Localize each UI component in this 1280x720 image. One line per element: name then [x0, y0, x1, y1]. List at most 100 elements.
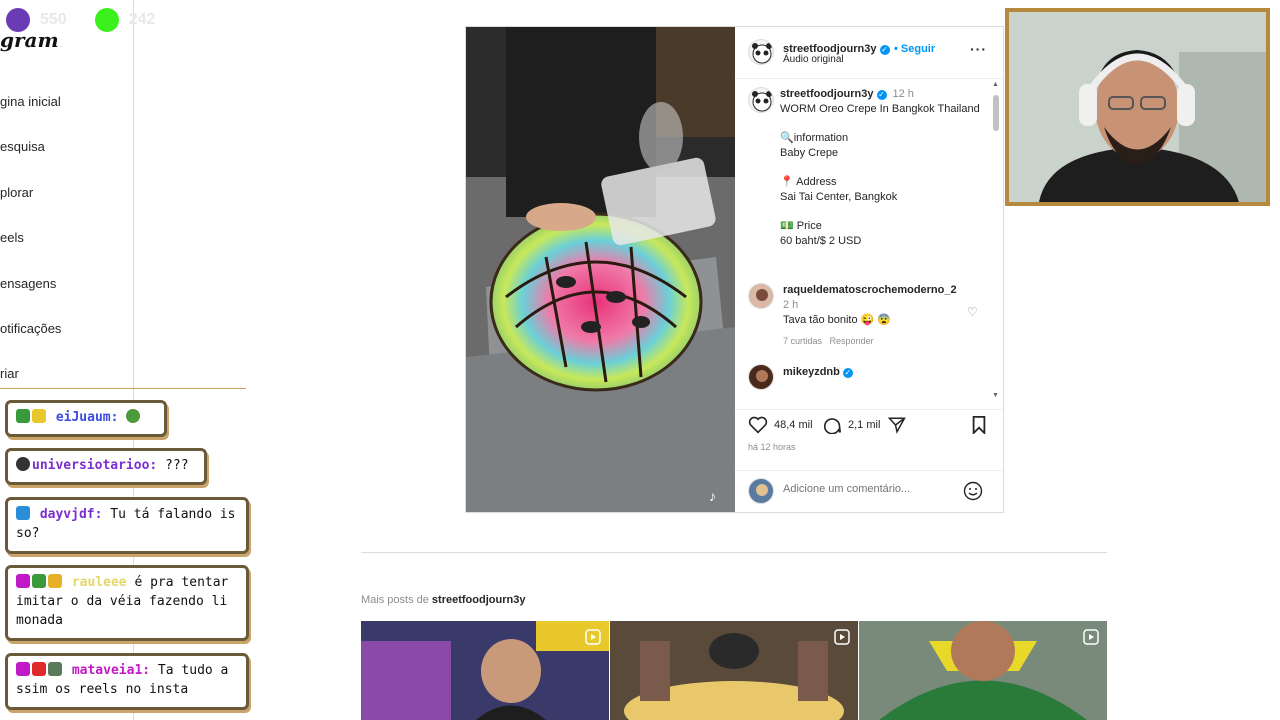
avatar[interactable]: [748, 283, 774, 309]
info-value: Baby Crepe: [780, 147, 839, 159]
chat-badge-icon: [32, 574, 46, 588]
pepe-emote-icon: [126, 409, 141, 423]
price-value: 60 baht/$ 2 USD: [780, 235, 862, 247]
crown-badge-icon: [16, 506, 30, 520]
sidebar-item-search[interactable]: esquisa: [0, 139, 45, 154]
address-value: Sai Tai Center, Bangkok: [780, 191, 898, 203]
chat-username: mataveia1:: [71, 663, 151, 678]
panda-avatar-icon: [752, 91, 772, 112]
stream-stat-2: 242: [128, 11, 156, 28]
streamer-image: [1009, 12, 1266, 202]
sidebar-item-home[interactable]: gina inicial: [0, 94, 61, 109]
audio-label[interactable]: Áudio original: [783, 54, 844, 65]
scroll-up-icon[interactable]: ▲: [992, 81, 999, 88]
post-video[interactable]: ♪: [466, 27, 735, 512]
streamer-webcam: [1005, 8, 1270, 206]
like-count[interactable]: 48,4 mil: [774, 419, 813, 431]
stream-stats: 550 242: [6, 8, 173, 32]
chat-badge-icon: [16, 457, 30, 471]
caption-title: WORM Oreo Crepe In Bangkok Thailand: [780, 103, 980, 115]
section-divider: [361, 552, 1107, 553]
sidebar-item-explore[interactable]: plorar: [0, 185, 33, 200]
chat-message: mataveia1: Ta tudo a ssim os reels no in…: [5, 653, 249, 710]
magnifier-emoji-icon: 🔍: [780, 132, 794, 144]
verified-icon: ✓: [876, 90, 887, 100]
mute-icon[interactable]: ♪: [709, 488, 723, 504]
heart-badge-icon: [16, 574, 30, 588]
chat-divider: [0, 388, 246, 389]
commenter-avatar-icon: [749, 284, 773, 308]
chat-username: eiJuaum:: [55, 410, 119, 425]
info-label: information: [793, 132, 849, 144]
reel-icon: [585, 629, 601, 645]
reply-button[interactable]: Responder: [830, 336, 874, 346]
chat-message: universiotarioo: ???: [5, 448, 207, 485]
sidebar-item-create[interactable]: riar: [0, 366, 19, 381]
chat-message: eiJuaum:: [5, 400, 167, 437]
comment-username[interactable]: mikeyzdnb: [783, 366, 840, 378]
avatar[interactable]: [748, 87, 774, 113]
avatar[interactable]: [748, 39, 774, 65]
avatar[interactable]: [748, 364, 774, 390]
share-action[interactable]: [888, 416, 906, 434]
comment-count[interactable]: 2,1 mil: [848, 419, 880, 431]
sidebar-item-messages[interactable]: ensagens: [0, 276, 56, 291]
user-avatar-icon: [749, 479, 773, 503]
comment-username[interactable]: raqueldematoscrochemoderno_2: [783, 284, 957, 296]
chat-badge-icon: [32, 409, 46, 423]
chat-username: rauleee: [71, 575, 127, 590]
page: 550 242 gram gina inicial esquisa plorar…: [0, 0, 1280, 720]
comment-input[interactable]: [783, 483, 953, 495]
verified-icon: ✓: [842, 368, 853, 378]
comment-like-heart-icon[interactable]: ♡: [967, 305, 978, 319]
emoji-icon[interactable]: [963, 481, 983, 501]
scroll-thumb[interactable]: [993, 95, 999, 131]
heart-badge-icon: [16, 662, 30, 676]
more-posts-username[interactable]: streetfoodjourn3y: [432, 594, 526, 606]
post-details: streetfoodjourn3y ✓ • Seguir Áudio origin…: [735, 27, 1003, 512]
more-options-icon[interactable]: ···: [970, 41, 987, 57]
price-label: Price: [796, 220, 822, 232]
avatar: [748, 478, 774, 504]
post-date: há 12 horas: [748, 442, 796, 452]
more-posts-title: Mais posts de streetfoodjourn3y: [361, 594, 525, 606]
verified-icon: ✓: [879, 45, 890, 55]
like-action[interactable]: 48,4 mil: [748, 416, 813, 434]
comment-likes[interactable]: 7 curtidas: [783, 336, 822, 346]
commenter-avatar-icon: [749, 365, 773, 389]
reel-icon: [1083, 629, 1099, 645]
chat-username: dayvjdf:: [39, 507, 103, 522]
comment: mikeyzdnb ✓: [783, 365, 1023, 380]
scroll-down-icon[interactable]: ▼: [992, 392, 999, 399]
caption-username[interactable]: streetfoodjourn3y: [780, 88, 874, 100]
chat-badge-icon: [32, 662, 46, 676]
chat-badge-icon: [48, 662, 62, 676]
thumbnail-image: [361, 621, 609, 720]
chat-message: rauleee é pra tentar imitar o da véia fa…: [5, 565, 249, 641]
comment-icon[interactable]: [822, 416, 842, 434]
chat-text: ???: [157, 458, 189, 473]
follow-separator: •: [893, 43, 901, 55]
chat-badge-icon: [16, 409, 30, 423]
money-emoji-icon: 💵: [780, 220, 794, 232]
comment-action[interactable]: 2,1 mil: [822, 416, 880, 434]
sidebar-item-reels[interactable]: eels: [0, 230, 24, 245]
more-post-thumbnail[interactable]: [610, 621, 858, 720]
bookmark-icon[interactable]: [971, 416, 987, 434]
stream-stat-1: 550: [40, 11, 67, 28]
thumbnail-image: [610, 621, 858, 720]
thumbnail-image: [859, 621, 1107, 720]
comment-time: 2 h: [783, 299, 799, 311]
comment: raqueldematoscrochemoderno_2 2 h Tava tã…: [783, 283, 963, 349]
chat-badge-icon: [48, 574, 62, 588]
share-icon[interactable]: [888, 416, 906, 434]
heart-icon[interactable]: [748, 416, 768, 434]
chat-username: universiotarioo:: [32, 458, 158, 473]
save-action[interactable]: [971, 416, 987, 434]
follow-button[interactable]: Seguir: [901, 43, 935, 55]
sidebar-item-notifications[interactable]: otificações: [0, 321, 61, 336]
add-comment-bar: [735, 470, 1003, 512]
comments-scrollbar[interactable]: ▲ ▼: [992, 79, 1000, 399]
more-post-thumbnail[interactable]: [859, 621, 1107, 720]
more-post-thumbnail[interactable]: [361, 621, 609, 720]
